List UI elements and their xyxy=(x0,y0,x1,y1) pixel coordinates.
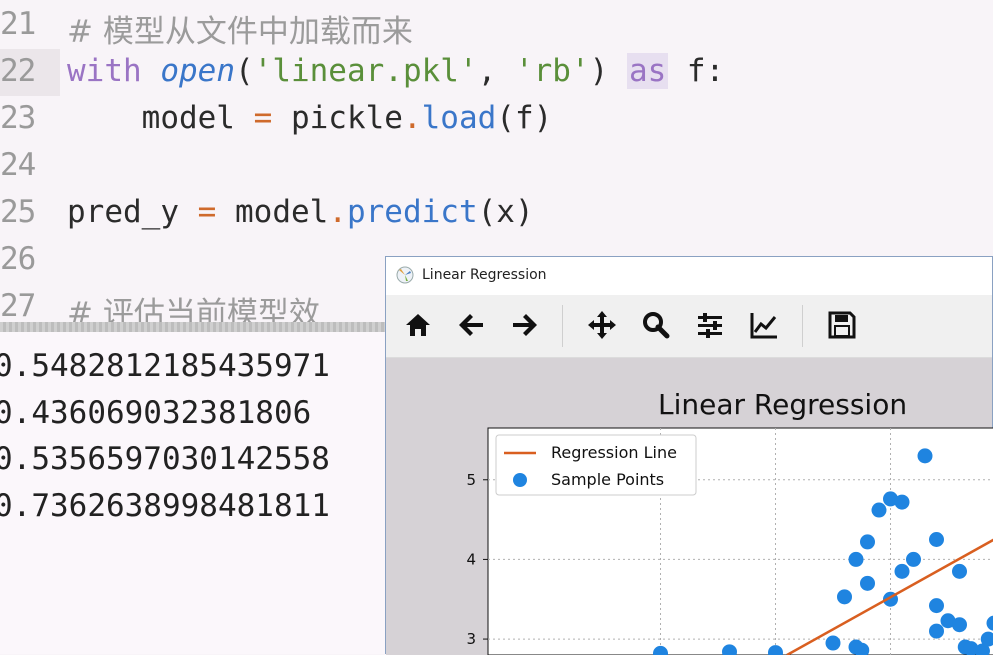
back-arrow-icon[interactable] xyxy=(456,309,488,341)
console-output-line: 0.5482812185435971 xyxy=(0,348,330,384)
forward-arrow-icon[interactable] xyxy=(508,309,540,341)
window-titlebar[interactable]: Linear Regression xyxy=(386,257,992,295)
legend-point-swatch xyxy=(513,473,527,487)
line-number: 24 xyxy=(0,147,35,183)
sample-point xyxy=(837,589,852,604)
code-line-current[interactable]: 22 with open('linear.pkl', 'rb') as f: xyxy=(0,49,993,96)
legend: Regression Line Sample Points xyxy=(496,435,696,495)
sample-point xyxy=(918,448,933,463)
console-output-line: 0.436069032381806 xyxy=(0,395,311,431)
toolbar-separator xyxy=(562,305,563,347)
code-line[interactable]: 21 # 模型从文件中加载而来 xyxy=(0,2,993,49)
sample-point xyxy=(952,617,967,632)
sample-point xyxy=(849,552,864,567)
sample-point xyxy=(826,636,841,651)
y-tick-label: 3 xyxy=(466,630,476,648)
figure-canvas[interactable]: Linear Regression 345 Regression Line Sa… xyxy=(386,358,992,655)
code-text: # 模型从文件中加载而来 xyxy=(67,6,413,51)
sample-point xyxy=(860,534,875,549)
line-number: 27 xyxy=(0,288,35,324)
zoom-icon[interactable] xyxy=(640,309,672,341)
sample-point xyxy=(872,503,887,518)
y-tick-label: 4 xyxy=(466,550,476,568)
panel-splitter[interactable] xyxy=(0,322,400,332)
sample-point xyxy=(929,624,944,639)
plot-toolbar xyxy=(386,295,992,358)
legend-label-sample-points: Sample Points xyxy=(551,470,664,489)
code-line[interactable]: 23 model = pickle.load(f) xyxy=(0,96,993,143)
sample-point xyxy=(929,598,944,613)
sample-point xyxy=(895,495,910,510)
sample-point xyxy=(929,532,944,547)
code-text: model = pickle.load(f) xyxy=(67,100,552,136)
sample-point xyxy=(895,564,910,579)
save-icon[interactable] xyxy=(826,309,858,341)
line-number: 22 xyxy=(0,53,35,89)
code-text: with open('linear.pkl', 'rb') as f: xyxy=(67,53,724,89)
console-output-line: 0.5356597030142558 xyxy=(0,441,330,477)
window-title: Linear Regression xyxy=(422,267,547,283)
subplots-icon[interactable] xyxy=(694,309,726,341)
sample-point xyxy=(906,552,921,567)
line-number: 23 xyxy=(0,100,35,136)
sample-point xyxy=(860,576,875,591)
code-text: pred_y = model.predict(x) xyxy=(67,194,534,230)
legend-label-regression-line: Regression Line xyxy=(551,443,677,462)
y-tick-label: 5 xyxy=(466,471,476,489)
matplotlib-icon xyxy=(396,266,414,284)
y-axis-ticks: 3 4 5 xyxy=(466,471,488,648)
toolbar-separator xyxy=(802,305,803,347)
line-number: 26 xyxy=(0,241,35,277)
output-console[interactable]: 0.5482812185435971 0.436069032381806 0.5… xyxy=(0,332,400,654)
line-number: 25 xyxy=(0,194,35,230)
console-output-line: 0.7362638998481811 xyxy=(0,488,330,524)
code-line[interactable]: 25 pred_y = model.predict(x) xyxy=(0,190,993,237)
sample-point xyxy=(952,564,967,579)
home-icon[interactable] xyxy=(402,309,434,341)
customize-icon[interactable] xyxy=(748,309,780,341)
plot-axes[interactable]: 3 4 5 Regression Line Sample Points xyxy=(386,358,993,655)
pan-icon[interactable] xyxy=(586,309,618,341)
line-number: 21 xyxy=(0,6,35,42)
code-line[interactable]: 24 xyxy=(0,143,993,190)
plot-window[interactable]: Linear Regression xyxy=(385,256,993,654)
